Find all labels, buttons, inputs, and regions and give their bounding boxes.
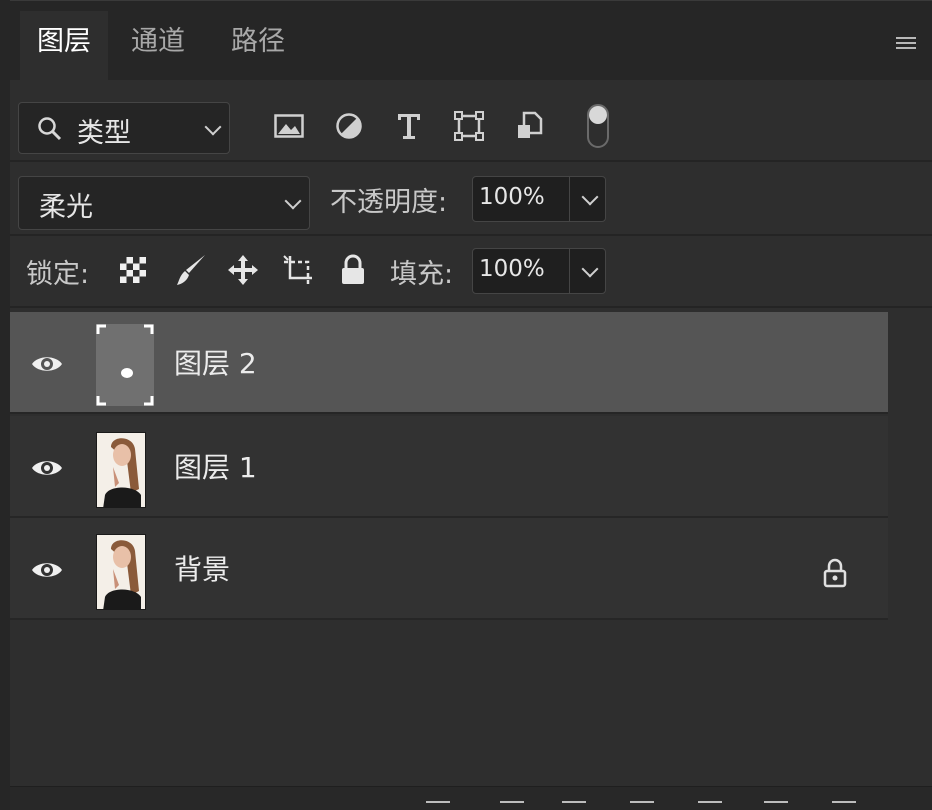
layers-scroll-gutter[interactable]	[888, 310, 932, 810]
opacity-label: 不透明度:	[330, 187, 448, 218]
layer-row[interactable]: 图层 2	[10, 312, 888, 414]
layer-style-icon[interactable]	[500, 801, 524, 810]
shape-filter-icon[interactable]	[452, 108, 486, 144]
layer-name[interactable]: 背景	[174, 548, 230, 588]
opacity-value: 100%	[479, 184, 545, 210]
tab-channels[interactable]: 通道	[116, 11, 200, 81]
adjustment-filter-icon[interactable]	[332, 108, 366, 144]
layer-name[interactable]: 图层 2	[174, 342, 257, 382]
type-filter-icon[interactable]	[392, 108, 426, 144]
tab-layers[interactable]: 图层	[20, 11, 108, 81]
layer-name[interactable]: 图层 1	[174, 446, 257, 486]
filter-toggle-icon[interactable]	[580, 102, 616, 150]
image-filter-icon[interactable]	[272, 108, 306, 144]
search-icon	[38, 117, 62, 141]
layer-thumbnail[interactable]	[96, 324, 154, 406]
visibility-eye-icon[interactable]	[30, 558, 64, 582]
fill-chevron-down-icon[interactable]	[581, 260, 599, 278]
lock-label: 锁定:	[26, 259, 90, 290]
smart-object-filter-icon[interactable]	[512, 108, 546, 144]
new-group-icon[interactable]	[698, 801, 722, 810]
fill-field[interactable]: 100%	[472, 248, 606, 294]
adjustment-layer-icon[interactable]	[630, 801, 654, 810]
layers-panel: 图层 通道 路径 类型 柔光 不透明度: 100% 锁定: 填充: 100% 图…	[0, 0, 932, 810]
blend-mode-label: 柔光	[39, 192, 93, 223]
visibility-eye-icon[interactable]	[30, 352, 64, 376]
tab-bar: 图层 通道 路径	[10, 0, 932, 81]
layer-row[interactable]: 背景	[10, 518, 888, 620]
lock-position-icon[interactable]	[226, 252, 260, 288]
chevron-down-icon	[204, 118, 222, 136]
tab-paths[interactable]: 路径	[216, 11, 300, 81]
lock-artboard-icon[interactable]	[282, 252, 316, 288]
lock-transparent-pixels-icon[interactable]	[116, 252, 150, 288]
layer-row[interactable]: 图层 1	[10, 416, 888, 518]
blend-mode-select[interactable]: 柔光	[18, 176, 310, 230]
layers-list: 图层 2 图层 1 背景	[10, 310, 888, 620]
chevron-down-icon	[284, 192, 302, 210]
visibility-eye-icon[interactable]	[30, 456, 64, 480]
add-mask-icon[interactable]	[562, 801, 586, 810]
panel-menu-icon[interactable]	[896, 37, 916, 51]
divider	[10, 160, 932, 162]
layer-filter-label: 类型	[77, 118, 131, 149]
fill-label: 填充:	[390, 259, 454, 290]
divider	[10, 234, 932, 236]
opacity-field[interactable]: 100%	[472, 176, 606, 222]
panel-left-edge	[0, 0, 10, 810]
lock-image-pixels-icon[interactable]	[174, 252, 208, 288]
layer-thumbnail[interactable]	[96, 432, 146, 508]
bottom-toolbar	[10, 786, 932, 810]
delete-layer-icon[interactable]	[832, 801, 856, 810]
fill-value: 100%	[479, 256, 545, 282]
link-layers-icon[interactable]	[426, 801, 450, 810]
lock-all-icon[interactable]	[336, 252, 370, 288]
layer-filter-select[interactable]: 类型	[18, 102, 230, 154]
layer-thumbnail[interactable]	[96, 534, 146, 610]
divider	[10, 306, 932, 308]
opacity-chevron-down-icon[interactable]	[581, 188, 599, 206]
layer-lock-icon[interactable]	[822, 558, 848, 588]
new-layer-icon[interactable]	[764, 801, 788, 810]
